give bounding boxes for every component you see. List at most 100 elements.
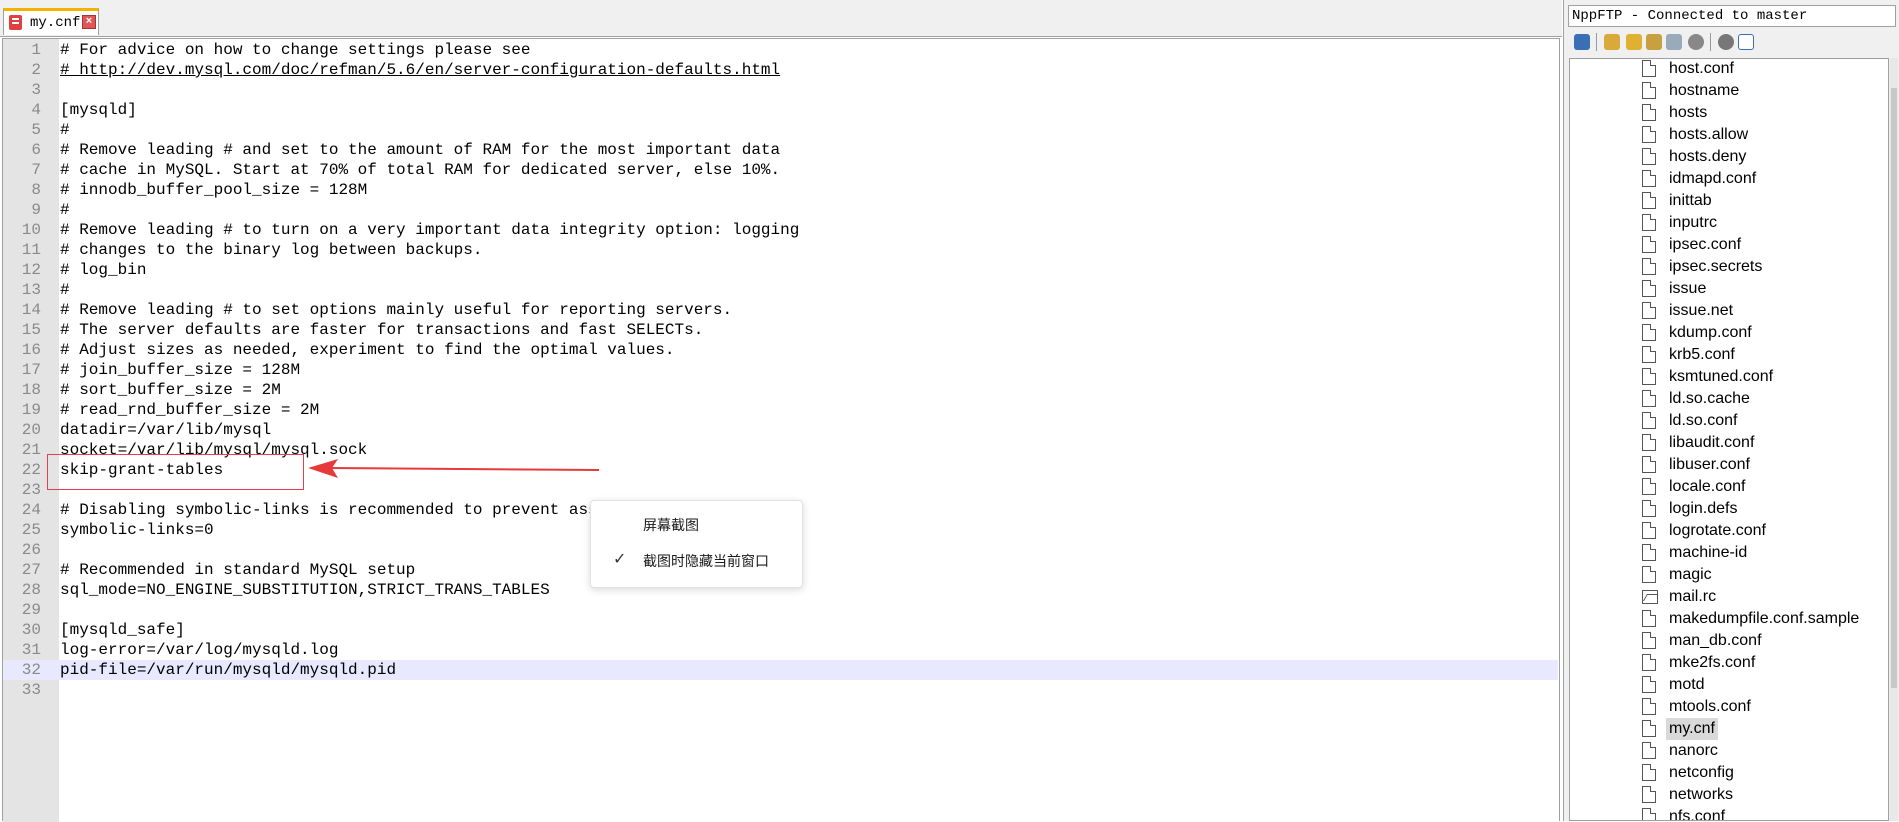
folder-icon[interactable] (1604, 34, 1620, 50)
ftp-file-item[interactable]: nanorc (1642, 740, 1882, 762)
ftp-file-item[interactable]: ksmtuned.conf (1642, 366, 1882, 388)
code-line[interactable]: 17 # join_buffer_size = 128M (3, 360, 1558, 380)
ftp-file-item[interactable]: my.cnf (1642, 718, 1882, 740)
ftp-file-name: mail.rc (1669, 588, 1717, 605)
menu-item-hide-window[interactable]: ✓ 截图时隐藏当前窗口 (591, 543, 802, 577)
ftp-file-item[interactable]: ipsec.secrets (1642, 256, 1882, 278)
scrollbar[interactable] (1890, 58, 1898, 821)
code-text: log-error=/var/log/mysqld.log (60, 641, 339, 659)
ftp-file-item[interactable]: mke2fs.conf (1642, 652, 1882, 674)
close-icon[interactable]: × (82, 15, 96, 29)
ftp-file-item[interactable]: hosts.deny (1642, 146, 1882, 168)
ftp-file-item[interactable]: hosts (1642, 102, 1882, 124)
ftp-file-name: issue.net (1669, 302, 1734, 319)
ftp-file-item[interactable]: ipsec.conf (1642, 234, 1882, 256)
code-line[interactable]: 18 # sort_buffer_size = 2M (3, 380, 1558, 400)
code-line[interactable]: 5 # (3, 120, 1558, 140)
file-icon (1642, 82, 1656, 99)
line-number: 2 (31, 61, 41, 79)
ftp-file-item[interactable]: inittab (1642, 190, 1882, 212)
file-icon (1642, 192, 1656, 209)
file-icon (1642, 214, 1656, 231)
ftp-file-item[interactable]: kdump.conf (1642, 322, 1882, 344)
ftp-file-item[interactable]: makedumpfile.conf.sample (1642, 608, 1882, 630)
line-number: 22 (21, 461, 41, 479)
line-number: 9 (31, 201, 41, 219)
ftp-file-item[interactable]: libaudit.conf (1642, 432, 1882, 454)
code-text: # (60, 121, 70, 139)
ftp-file-item[interactable]: idmapd.conf (1642, 168, 1882, 190)
ftp-file-item[interactable]: magic (1642, 564, 1882, 586)
line-number: 10 (21, 221, 41, 239)
menu-item-screenshot[interactable]: 屏幕截图 (591, 507, 802, 541)
ftp-file-item[interactable]: libuser.conf (1642, 454, 1882, 476)
code-line[interactable]: 20 datadir=/var/lib/mysql (3, 420, 1558, 440)
code-line[interactable]: 10 # Remove leading # to turn on a very i… (3, 220, 1558, 240)
ftp-file-name: logrotate.conf (1669, 522, 1766, 539)
code-line[interactable]: 32 pid-file=/var/run/mysqld/mysqld.pid (3, 660, 1558, 680)
download-icon[interactable] (1626, 34, 1642, 50)
ftp-file-item[interactable]: ld.so.cache (1642, 388, 1882, 410)
code-line[interactable]: 8 # innodb_buffer_pool_size = 128M (3, 180, 1558, 200)
ftp-file-item[interactable]: inputrc (1642, 212, 1882, 234)
code-line[interactable]: 31 log-error=/var/log/mysqld.log (3, 640, 1558, 660)
ftp-file-item[interactable]: hosts.allow (1642, 124, 1882, 146)
refresh-icon[interactable] (1666, 34, 1682, 50)
ftp-file-name: inittab (1669, 192, 1712, 209)
ftp-file-item[interactable]: logrotate.conf (1642, 520, 1882, 542)
code-text: symbolic-links=0 (60, 521, 214, 539)
upload-icon[interactable] (1646, 34, 1662, 50)
code-line[interactable]: 15 # The server defaults are faster for t… (3, 320, 1558, 340)
code-line[interactable]: 9 # (3, 200, 1558, 220)
ftp-file-item[interactable]: hostname (1642, 80, 1882, 102)
file-icon (1642, 60, 1656, 77)
line-number: 33 (21, 681, 41, 699)
abort-icon[interactable] (1688, 34, 1704, 50)
ftp-file-item[interactable]: ld.so.conf (1642, 410, 1882, 432)
code-editor[interactable]: 1 # For advice on how to change settings … (2, 38, 1560, 822)
connect-icon[interactable] (1574, 34, 1590, 50)
code-line[interactable]: 13 # (3, 280, 1558, 300)
code-line[interactable]: 16 # Adjust sizes as needed, experiment t… (3, 340, 1558, 360)
code-line[interactable]: 4 [mysqld] (3, 100, 1558, 120)
code-line[interactable]: 3 (3, 80, 1558, 100)
ftp-file-item[interactable]: login.defs (1642, 498, 1882, 520)
ftp-file-item[interactable]: machine-id (1642, 542, 1882, 564)
window-icon[interactable] (1738, 34, 1754, 50)
code-line[interactable]: 30 [mysqld_safe] (3, 620, 1558, 640)
ftp-file-name: hosts.allow (1669, 126, 1749, 143)
code-line[interactable]: 14 # Remove leading # to set options main… (3, 300, 1558, 320)
tab-my-cnf[interactable]: my.cnf × (3, 8, 99, 35)
ftp-file-item[interactable]: netconfig (1642, 762, 1882, 784)
code-text: # Adjust sizes as needed, experiment to … (60, 341, 675, 359)
code-line[interactable]: 7 # cache in MySQL. Start at 70% of total… (3, 160, 1558, 180)
code-line[interactable]: 1 # For advice on how to change settings … (3, 40, 1558, 60)
code-line[interactable]: 29 (3, 600, 1558, 620)
code-line[interactable]: 33 (3, 680, 1558, 700)
gear-icon[interactable] (1718, 34, 1734, 50)
ftp-file-item[interactable]: krb5.conf (1642, 344, 1882, 366)
ftp-file-item[interactable]: locale.conf (1642, 476, 1882, 498)
ftp-file-item[interactable]: mail.rc (1642, 586, 1882, 608)
line-number: 30 (21, 621, 41, 639)
ftp-file-item[interactable]: nfs.conf (1642, 806, 1882, 820)
annotation-highlight-box (47, 454, 304, 490)
code-line[interactable]: 12 # log_bin (3, 260, 1558, 280)
code-line[interactable]: 11 # changes to the binary log between ba… (3, 240, 1558, 260)
checkmark-icon: ✓ (613, 551, 627, 568)
code-line[interactable]: 19 # read_rnd_buffer_size = 2M (3, 400, 1558, 420)
line-number: 18 (21, 381, 41, 399)
scrollbar-thumb[interactable] (1891, 88, 1897, 688)
code-line[interactable]: 6 # Remove leading # and set to the amoun… (3, 140, 1558, 160)
ftp-file-item[interactable]: motd (1642, 674, 1882, 696)
code-text: # Remove leading # to turn on a very imp… (60, 221, 800, 239)
ftp-file-name: hosts (1669, 104, 1708, 121)
ftp-file-item[interactable]: networks (1642, 784, 1882, 806)
ftp-file-item[interactable]: host.conf (1642, 59, 1882, 80)
ftp-file-item[interactable]: issue (1642, 278, 1882, 300)
ftp-file-item[interactable]: man_db.conf (1642, 630, 1882, 652)
line-number: 19 (21, 401, 41, 419)
code-line[interactable]: 2 # http://dev.mysql.com/doc/refman/5.6/e… (3, 60, 1558, 80)
ftp-file-item[interactable]: issue.net (1642, 300, 1882, 322)
ftp-file-item[interactable]: mtools.conf (1642, 696, 1882, 718)
